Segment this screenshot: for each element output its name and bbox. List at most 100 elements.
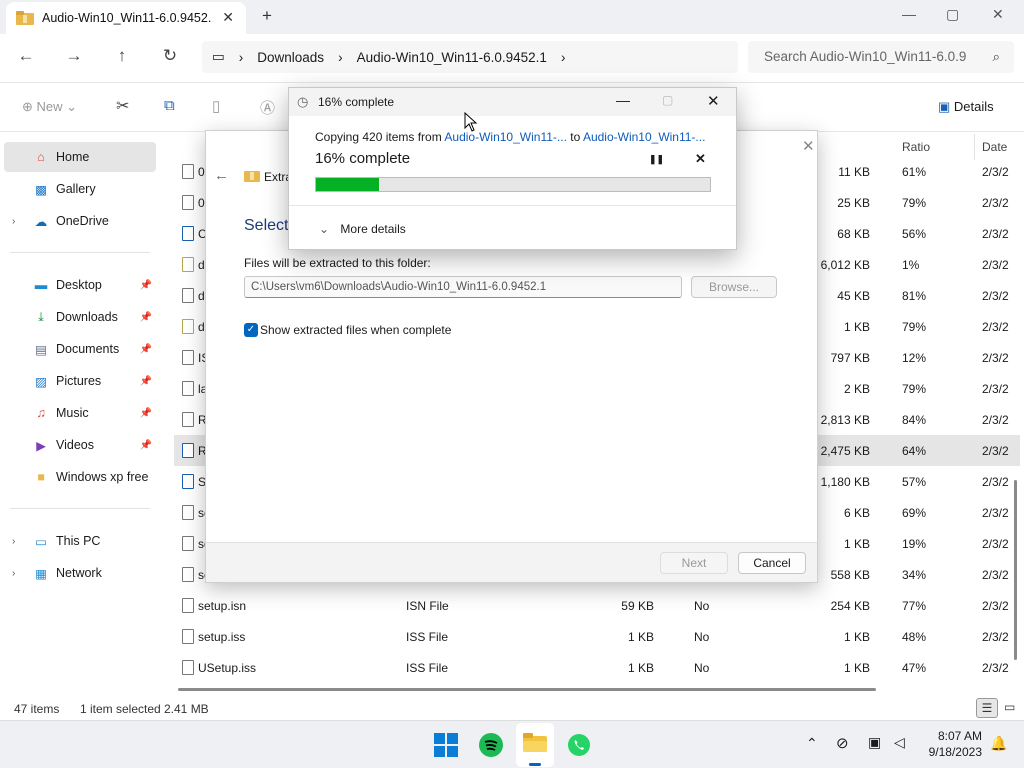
- horizontal-scrollbar[interactable]: [178, 688, 876, 691]
- sidebar-item-network[interactable]: › ▦ Network: [4, 558, 156, 588]
- sidebar-item-downloads[interactable]: ⤓ Downloads 📌: [4, 302, 156, 332]
- close-window-button[interactable]: ✕: [992, 6, 1004, 23]
- table-row[interactable]: setup.isn ISN File 59 KB No 254 KB 77% 2/3/2: [174, 590, 1020, 621]
- back-arrow-icon[interactable]: ←: [214, 167, 229, 184]
- file-password-protected: No: [694, 661, 710, 675]
- new-button[interactable]: ⊕ New ⌄: [22, 99, 77, 115]
- file-date: 2/3/2: [982, 382, 1009, 396]
- clock-time[interactable]: 8:07 AM: [926, 729, 982, 743]
- paste-icon[interactable]: ▯: [212, 97, 220, 115]
- computer-icon: ▭: [35, 534, 47, 549]
- next-button[interactable]: Next: [660, 552, 728, 574]
- file-date: 2/3/2: [982, 320, 1009, 334]
- notification-bell-icon[interactable]: 🔔: [990, 735, 1007, 752]
- file-ratio: 61%: [902, 165, 927, 179]
- file-ratio: 56%: [902, 227, 927, 241]
- new-tab-button[interactable]: +: [262, 6, 272, 26]
- browse-button[interactable]: Browse...: [691, 276, 777, 298]
- display-icon[interactable]: ▣: [868, 734, 881, 751]
- gallery-icon: ▩: [35, 182, 47, 197]
- search-input[interactable]: Search Audio-Win10_Win11-6.0.9 ⌕: [748, 41, 1014, 73]
- tab-close-button[interactable]: ✕: [222, 9, 234, 26]
- destination-link[interactable]: Audio-Win10_Win11-...: [583, 130, 706, 144]
- forward-button[interactable]: →: [62, 44, 86, 68]
- maximize-button[interactable]: ▢: [946, 6, 959, 23]
- file-date: 2/3/2: [982, 351, 1009, 365]
- breadcrumb-audio-folder[interactable]: Audio-Win10_Win11-6.0.9452.1: [357, 50, 547, 65]
- desktop-icon: ▬: [34, 278, 48, 292]
- chevron-down-icon: ⌄: [319, 222, 330, 236]
- pause-button[interactable]: ❚❚: [649, 154, 664, 165]
- sidebar-item-gallery[interactable]: ▩ Gallery: [4, 174, 156, 204]
- chevron-up-icon[interactable]: ⌃: [806, 735, 818, 752]
- tiles-view-icon[interactable]: ▭: [1004, 700, 1015, 714]
- sidebar-item-windows-xp-free[interactable]: ■ Windows xp free: [4, 462, 156, 492]
- sidebar-item-home[interactable]: ⌂ Home: [4, 142, 156, 172]
- details-button[interactable]: ▣ Details: [938, 99, 994, 115]
- destination-path-input[interactable]: C:\Users\vm6\Downloads\Audio-Win10_Win11…: [244, 276, 682, 298]
- chevron-right-icon[interactable]: ›: [12, 536, 15, 547]
- sidebar-item-pictures[interactable]: ▨ Pictures 📌: [4, 366, 156, 396]
- chevron-right-icon[interactable]: ›: [12, 216, 15, 227]
- file-name: d: [198, 289, 205, 303]
- sidebar-label: Gallery: [56, 182, 96, 196]
- pin-icon: 📌: [139, 375, 152, 387]
- file-type: ISN File: [406, 599, 449, 613]
- computer-icon: ▭: [212, 49, 225, 64]
- details-view-icon[interactable]: ☰: [976, 698, 998, 718]
- stop-button[interactable]: ✕: [695, 151, 706, 167]
- sidebar-label: This PC: [56, 534, 101, 548]
- sidebar-label: Desktop: [56, 278, 102, 292]
- file-date: 2/3/2: [982, 196, 1009, 210]
- file-ratio: 79%: [902, 196, 927, 210]
- close-dialog-button[interactable]: ✕: [802, 137, 815, 155]
- file-explorer-taskbar-button[interactable]: [516, 723, 554, 767]
- sidebar-item-onedrive[interactable]: › ☁ OneDrive: [4, 206, 156, 236]
- show-files-checkbox[interactable]: ✓: [244, 323, 258, 337]
- close-dialog-button[interactable]: ✕: [707, 92, 720, 110]
- show-files-label[interactable]: Show extracted files when complete: [260, 323, 451, 337]
- copy-progress-dialog: ◷ 16% complete — ▢ ✕ Copying 420 items f…: [288, 87, 737, 250]
- file-date: 2/3/2: [982, 506, 1009, 520]
- up-button[interactable]: ↑: [110, 44, 134, 68]
- copy-to-label: to: [570, 130, 581, 144]
- file-date: 2/3/2: [982, 630, 1009, 644]
- sidebar-item-videos[interactable]: ▶ Videos 📌: [4, 430, 156, 460]
- breadcrumb-separator-icon[interactable]: ›: [561, 50, 566, 65]
- rename-icon[interactable]: Ⓐ: [260, 97, 275, 118]
- copy-icon[interactable]: ⧉: [164, 97, 175, 114]
- back-button[interactable]: ←: [14, 44, 38, 68]
- sidebar-label: Documents: [56, 342, 120, 356]
- sidebar-item-this-pc[interactable]: › ▭ This PC: [4, 526, 156, 556]
- sidebar-label: Home: [56, 150, 90, 164]
- table-row[interactable]: USetup.iss ISS File 1 KB No 1 KB 47% 2/3/2: [174, 652, 1020, 683]
- tab-audio-folder[interactable]: Audio-Win10_Win11-6.0.9452.1 ✕: [6, 2, 246, 34]
- chevron-right-icon[interactable]: ›: [12, 568, 15, 579]
- address-row: ← → ↑ ↻ ▭ › Downloads › Audio-Win10_Win1…: [0, 34, 1024, 80]
- network-disconnected-icon[interactable]: ⊘: [836, 734, 849, 752]
- vertical-scrollbar[interactable]: [1014, 480, 1017, 660]
- cancel-button[interactable]: Cancel: [738, 552, 806, 574]
- home-icon: ⌂: [37, 150, 45, 164]
- sidebar-label: Videos: [56, 438, 94, 452]
- cut-icon[interactable]: ✂: [116, 96, 129, 116]
- breadcrumb-downloads[interactable]: Downloads: [257, 50, 324, 65]
- volume-muted-icon[interactable]: ◁: [894, 734, 905, 751]
- table-row[interactable]: setup.iss ISS File 1 KB No 1 KB 48% 2/3/2: [174, 621, 1020, 652]
- minimize-button[interactable]: —: [616, 92, 630, 108]
- refresh-button[interactable]: ↻: [158, 44, 182, 68]
- whatsapp-icon[interactable]: [567, 733, 591, 757]
- windows-start-icon[interactable]: [434, 733, 458, 757]
- clock-date[interactable]: 9/18/2023: [922, 745, 982, 759]
- more-details-toggle[interactable]: ⌄ More details: [319, 222, 406, 236]
- address-bar[interactable]: ▭ › Downloads › Audio-Win10_Win11-6.0.94…: [202, 41, 738, 73]
- sidebar-item-documents[interactable]: ▤ Documents 📌: [4, 334, 156, 364]
- column-header-ratio[interactable]: Ratio: [902, 140, 930, 154]
- spotify-icon[interactable]: [479, 733, 503, 757]
- source-link[interactable]: Audio-Win10_Win11-...: [444, 130, 567, 144]
- sidebar-item-desktop[interactable]: ▬ Desktop 📌: [4, 270, 156, 300]
- minimize-button[interactable]: —: [902, 6, 916, 22]
- column-header-date[interactable]: Date: [982, 140, 1007, 154]
- maximize-button[interactable]: ▢: [662, 93, 673, 107]
- sidebar-item-music[interactable]: ♫ Music 📌: [4, 398, 156, 428]
